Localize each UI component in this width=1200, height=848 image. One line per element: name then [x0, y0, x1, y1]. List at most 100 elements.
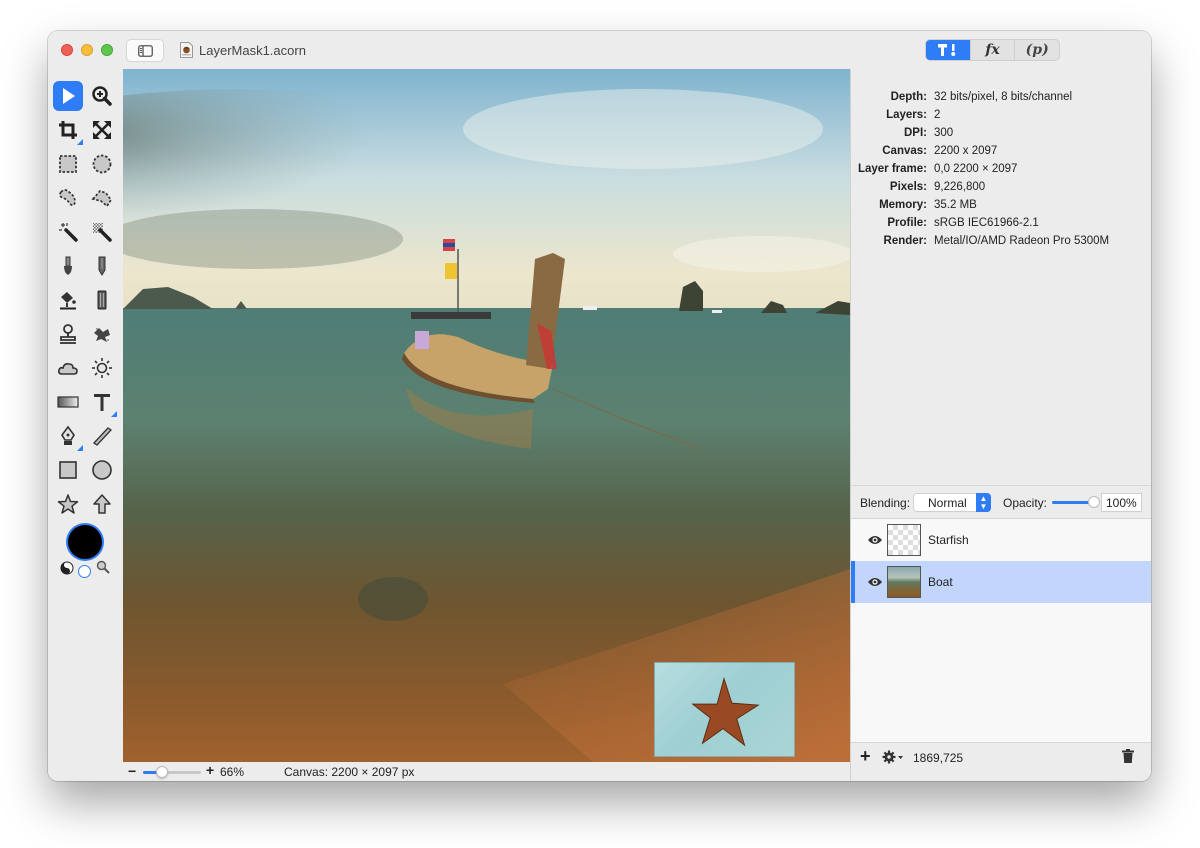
eraser-icon — [97, 290, 107, 310]
layers-footer: + 1869,725 — [851, 742, 1151, 781]
clone-stamp-icon — [60, 324, 76, 344]
zoom-in-button[interactable]: + — [206, 762, 214, 778]
arrow-cursor-icon — [63, 88, 75, 104]
lasso-tool[interactable] — [53, 183, 83, 213]
image-canvas[interactable] — [123, 69, 850, 762]
paint-bucket-tool[interactable] — [53, 285, 83, 315]
smudge-icon — [94, 328, 110, 342]
dodge-tool[interactable] — [87, 353, 117, 383]
instant-alpha-icon — [93, 223, 112, 242]
inspector-tab-control: fx (p) — [925, 39, 1060, 61]
info-row-canvas: Canvas: 2200 x 2097 — [882, 145, 998, 157]
select-stepper-icon: ▲ ▼ — [976, 493, 991, 512]
star-tool[interactable] — [53, 489, 83, 519]
rectangle-shape-icon — [59, 461, 77, 479]
text-tool[interactable] — [87, 387, 117, 417]
add-layer-button[interactable]: + — [860, 746, 871, 767]
oval-tool[interactable] — [87, 455, 117, 485]
layer-thumbnail — [887, 566, 921, 598]
layer-row-boat[interactable]: Boat — [851, 561, 1151, 603]
blending-label: Blending: — [860, 496, 911, 510]
maximize-button[interactable] — [101, 44, 113, 56]
gradient-icon — [57, 396, 79, 408]
info-row-profile: Profile: sRGB IEC61966-2.1 — [887, 217, 1039, 229]
crop-tool[interactable] — [53, 115, 83, 145]
rectangle-tool[interactable] — [53, 455, 83, 485]
polygon-lasso-icon — [91, 190, 113, 208]
zoom-slider[interactable] — [143, 766, 201, 778]
starfish-layer-image — [654, 662, 795, 757]
document-title: LayerMask1.acorn — [199, 43, 306, 58]
ellipse-marquee-icon — [92, 154, 112, 174]
eye-icon[interactable] — [867, 576, 883, 588]
opacity-label: Opacity: — [1003, 496, 1048, 510]
tab-tools[interactable] — [926, 40, 971, 60]
clone-stamp-tool[interactable] — [53, 319, 83, 349]
info-row-memory: Memory: 35.2 MB — [879, 199, 977, 211]
trash-icon[interactable] — [1122, 749, 1134, 763]
line-tool[interactable] — [87, 421, 117, 451]
color-picker-loupe-icon[interactable] — [96, 560, 110, 574]
opacity-slider[interactable] — [1052, 496, 1100, 508]
smudge-tool[interactable] — [87, 319, 117, 349]
toggle-sidebar-button[interactable] — [126, 39, 164, 62]
brush-tool[interactable] — [53, 251, 83, 281]
bezier-tool[interactable] — [53, 421, 83, 451]
info-row-depth: Depth: 32 bits/pixel, 8 bits/channel — [890, 91, 1073, 103]
polygon-lasso-tool[interactable] — [87, 183, 117, 213]
pencil-tool[interactable] — [87, 251, 117, 281]
arrow-tool[interactable] — [87, 489, 117, 519]
tab-fx[interactable]: fx — [971, 40, 1016, 60]
tab-properties[interactable]: (p) — [1015, 40, 1059, 60]
close-button[interactable] — [61, 44, 73, 56]
zoom-out-button[interactable]: − — [128, 763, 136, 779]
background-color-well[interactable] — [78, 565, 91, 578]
opacity-field[interactable]: 100% — [1101, 493, 1142, 512]
ellipse-marquee-tool[interactable] — [87, 149, 117, 179]
sun-icon — [92, 358, 112, 378]
magic-wand-icon — [59, 223, 78, 242]
layer-name: Boat — [928, 575, 953, 589]
zoom-tool[interactable] — [87, 81, 117, 111]
status-bar: − + 66% Canvas: 2200 × 2097 px — [123, 762, 850, 781]
cursor-coordinates: 1869,725 — [913, 751, 964, 765]
info-row-dpi: DPI: 300 — [904, 127, 954, 139]
oval-shape-icon — [92, 460, 112, 480]
gradient-tool[interactable] — [53, 387, 83, 417]
select-tool[interactable] — [53, 81, 83, 111]
zoom-slider-knob[interactable] — [156, 766, 169, 778]
swap-colors-icon[interactable] — [60, 561, 74, 575]
info-row-render: Render: Metal/IO/AMD Radeon Pro 5300M — [883, 235, 1110, 247]
eye-icon[interactable] — [867, 534, 883, 546]
foreground-color-well[interactable] — [68, 525, 102, 559]
inspector-panel: Depth: 32 bits/pixel, 8 bits/channel Laye… — [850, 69, 1151, 781]
zoom-level: 66% — [220, 765, 245, 779]
eraser-tool[interactable] — [87, 285, 117, 315]
layer-row-starfish[interactable]: Starfish — [851, 519, 1151, 561]
transform-tool[interactable] — [87, 115, 117, 145]
line-icon — [93, 427, 112, 446]
submenu-indicator — [77, 445, 83, 451]
magic-wand-tool[interactable] — [53, 217, 83, 247]
paint-bucket-icon — [60, 292, 76, 310]
rect-marquee-icon — [59, 155, 77, 173]
image-info: Depth: 32 bits/pixel, 8 bits/channel Laye… — [851, 91, 1151, 253]
instant-alpha-tool[interactable] — [87, 217, 117, 247]
minimize-button[interactable] — [81, 44, 93, 56]
submenu-indicator — [111, 411, 117, 417]
gear-icon[interactable] — [882, 750, 904, 764]
pen-nib-icon — [61, 425, 75, 445]
burn-tool[interactable] — [53, 353, 83, 383]
layer-thumbnail — [887, 524, 921, 556]
info-row-layers: Layers: 2 — [886, 109, 941, 121]
cloud-icon — [58, 363, 78, 375]
rect-marquee-tool[interactable] — [53, 149, 83, 179]
blend-mode-select[interactable]: Normal ▲ ▼ — [913, 493, 991, 512]
lasso-icon — [59, 189, 76, 206]
blending-bar: Blending: Normal ▲ ▼ Opacity: 100% — [851, 485, 1151, 518]
acorn-document-icon — [180, 42, 193, 58]
opacity-slider-knob[interactable] — [1088, 496, 1100, 508]
text-icon — [94, 394, 110, 411]
acorn-window: LayerMask1.acorn fx (p) − + 66% Canvas: … — [48, 31, 1151, 781]
pencil-icon — [98, 256, 106, 276]
